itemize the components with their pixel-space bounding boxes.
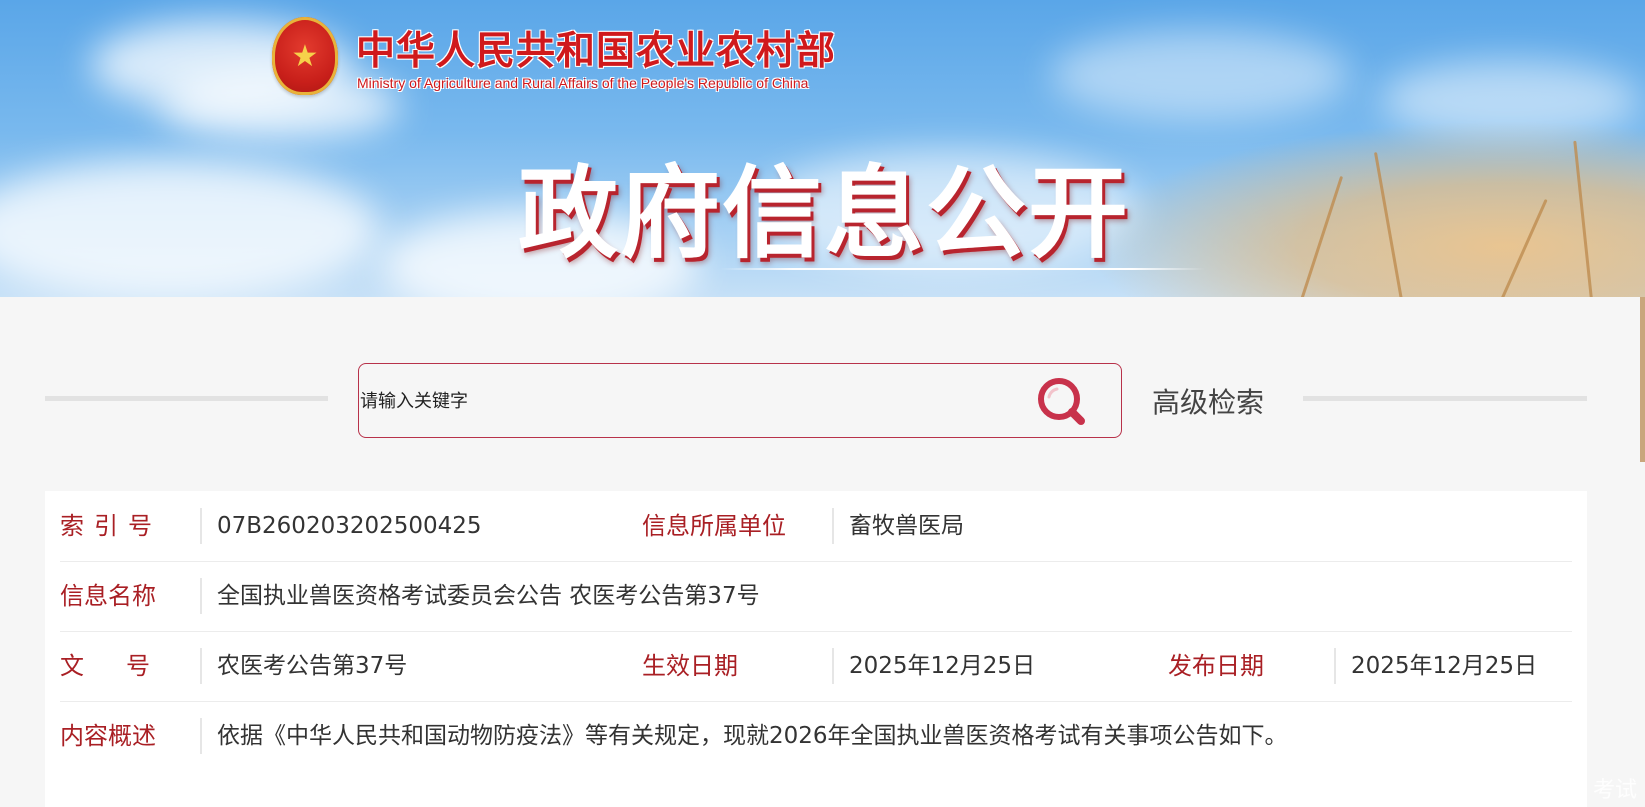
- search-button[interactable]: [1032, 374, 1092, 430]
- cell-divider: [200, 508, 202, 544]
- doc-number-label: 文号: [60, 652, 192, 680]
- doc-number-value: 农医考公告第37号: [217, 653, 408, 679]
- index-label: 索引号: [60, 512, 162, 540]
- cloud-decoration: [1050, 30, 1350, 120]
- summary-value: 依据《中华人民共和国动物防疫法》等有关规定，现就2026年全国执业兽医资格考试有…: [217, 723, 1288, 749]
- info-row-summary: 内容概述 依据《中华人民共和国动物防疫法》等有关规定，现就2026年全国执业兽医…: [60, 701, 1572, 771]
- publish-date-value: 2025年12月25日: [1351, 653, 1538, 679]
- cell-divider: [832, 648, 834, 684]
- name-value: 全国执业兽医资格考试委员会公告 农医考公告第37号: [217, 583, 760, 609]
- search-input[interactable]: [360, 384, 1000, 418]
- search-divider-left: [45, 396, 328, 401]
- header-banner: ★ 中华人民共和国农业农村部 Ministry of Agriculture a…: [0, 0, 1645, 297]
- search-divider-right: [1303, 396, 1587, 401]
- ministry-name-cn[interactable]: 中华人民共和国农业农村部: [356, 20, 836, 76]
- info-table: 索引号 07B260203202500425 信息所属单位 畜牧兽医局 信息名称…: [45, 491, 1587, 807]
- unit-value: 畜牧兽医局: [849, 513, 964, 539]
- cell-divider: [200, 718, 202, 754]
- info-row-name: 信息名称 全国执业兽医资格考试委员会公告 农医考公告第37号: [60, 561, 1572, 632]
- banner-underline: [720, 268, 1205, 270]
- banner-title: 政府信息公开: [518, 155, 1130, 272]
- cloud-decoration: [0, 160, 380, 297]
- effective-date-value: 2025年12月25日: [849, 653, 1036, 679]
- advanced-search-link[interactable]: 高级检索: [1152, 381, 1264, 421]
- index-value: 07B260203202500425: [217, 513, 482, 539]
- info-row-doc: 文号 农医考公告第37号 生效日期 2025年12月25日 发布日期 2025年…: [60, 631, 1572, 702]
- info-row-index: 索引号 07B260203202500425 信息所属单位 畜牧兽医局: [60, 491, 1572, 562]
- cell-divider: [1334, 648, 1336, 684]
- cell-divider: [832, 508, 834, 544]
- name-label: 信息名称: [60, 582, 156, 610]
- search-icon: [1038, 378, 1085, 425]
- ministry-name-en: Ministry of Agriculture and Rural Affair…: [357, 75, 809, 91]
- side-decoration: [1640, 297, 1645, 462]
- cell-divider: [200, 648, 202, 684]
- wheat-field-decoration: [1085, 120, 1645, 297]
- unit-label: 信息所属单位: [642, 512, 786, 540]
- effective-date-label: 生效日期: [642, 652, 738, 680]
- summary-label: 内容概述: [60, 722, 156, 750]
- publish-date-label: 发布日期: [1168, 652, 1264, 680]
- cell-divider: [200, 578, 202, 614]
- national-emblem-icon[interactable]: ★: [272, 17, 338, 95]
- search-box: [358, 363, 1122, 438]
- watermark-text: 考试: [1592, 778, 1637, 803]
